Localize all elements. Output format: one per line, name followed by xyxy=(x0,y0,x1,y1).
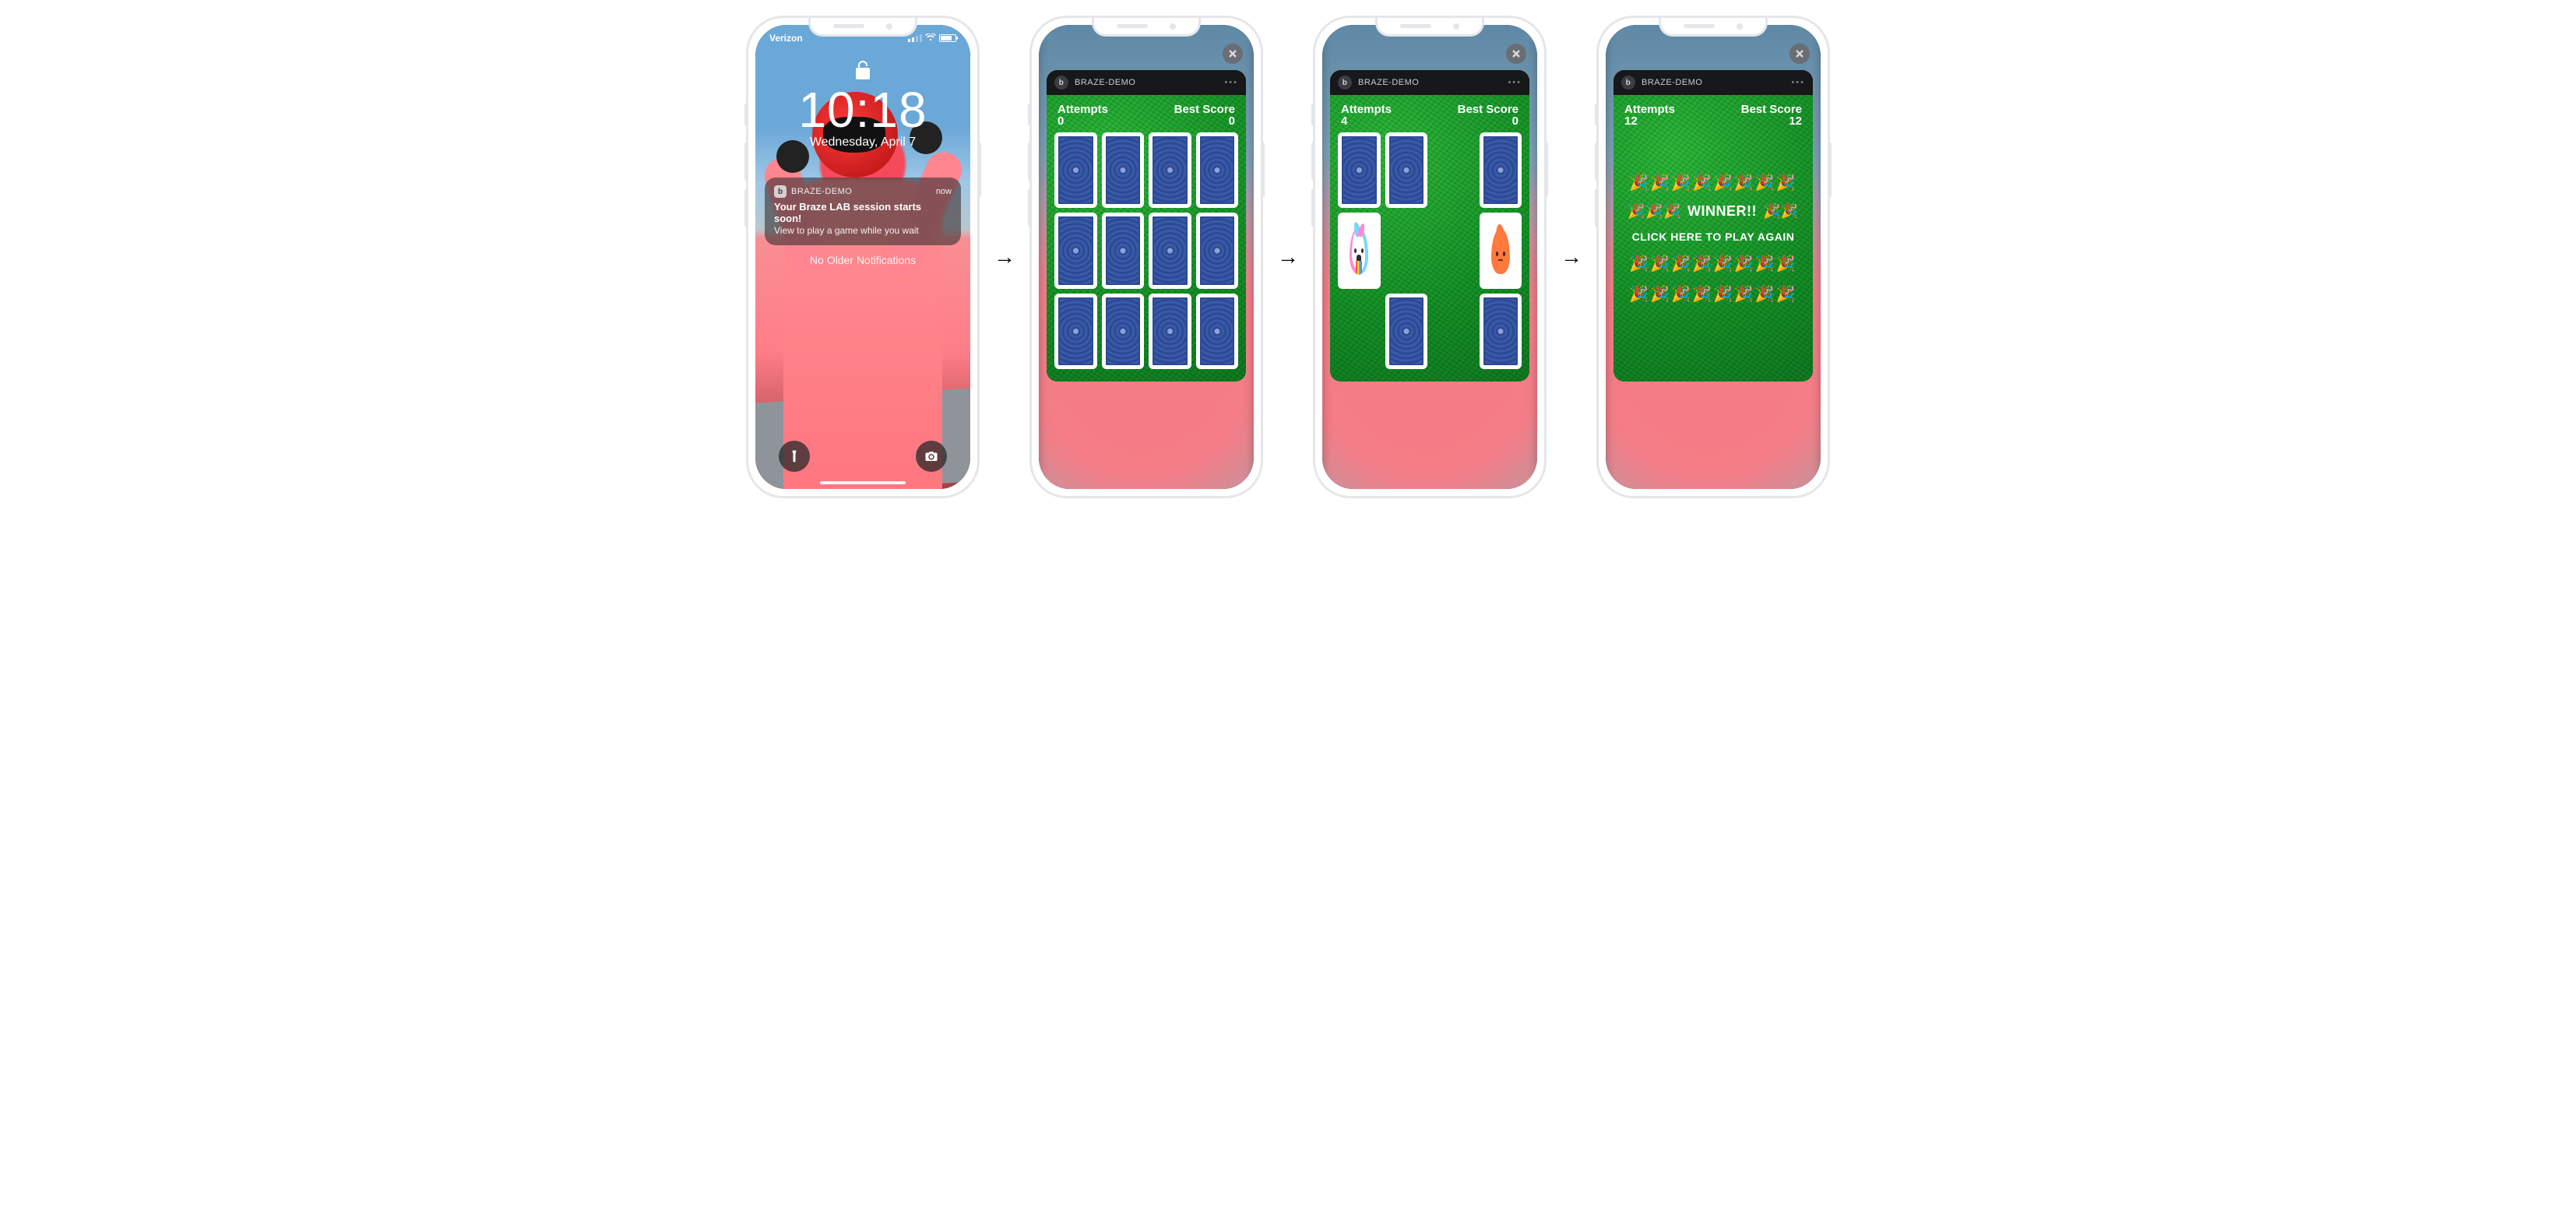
cell-signal-icon xyxy=(908,34,922,42)
flow-diagram: Verizon 10:18 Wednesday, April 7 b xyxy=(16,16,2560,498)
game-card[interactable] xyxy=(1102,294,1145,369)
no-older-notifications-label: No Older Notifications xyxy=(755,254,970,266)
phone-game-mid: b BRAZE-DEMO ••• Attempts 4 Best Score 0 xyxy=(1313,16,1547,498)
sheet-app-name: BRAZE-DEMO xyxy=(1358,78,1419,87)
card-grid xyxy=(1338,132,1522,369)
close-button[interactable] xyxy=(1223,44,1243,64)
confetti-icon: 🎉🎉 xyxy=(1763,203,1799,220)
game-card[interactable] xyxy=(1196,132,1239,208)
game-card-face[interactable] xyxy=(1480,213,1522,288)
braze-app-icon: b xyxy=(1338,76,1352,90)
best-score-value: 0 xyxy=(1458,114,1519,128)
matched-slot xyxy=(1432,213,1475,288)
game-card[interactable] xyxy=(1102,132,1145,208)
confetti-icon: 🎉🎉🎉 xyxy=(1628,203,1681,220)
orange-flame-icon xyxy=(1489,224,1512,276)
braze-app-icon: b xyxy=(774,185,787,198)
game-card[interactable] xyxy=(1385,132,1428,208)
game-card-face[interactable] xyxy=(1338,213,1381,288)
arrow-icon: → xyxy=(1561,244,1582,269)
wifi-icon xyxy=(925,33,936,44)
matched-slot xyxy=(1338,294,1381,369)
notification-title: Your Braze LAB session starts soon! xyxy=(774,201,952,224)
card-grid xyxy=(1054,132,1238,369)
game-card[interactable] xyxy=(1338,132,1381,208)
braze-app-icon: b xyxy=(1054,76,1068,90)
game-card[interactable] xyxy=(1480,132,1522,208)
winner-line: 🎉🎉🎉 WINNER!! 🎉🎉 xyxy=(1628,203,1799,220)
device-notch xyxy=(1659,18,1768,37)
confetti-row: 🎉🎉🎉🎉🎉🎉🎉🎉 xyxy=(1629,284,1797,304)
notification-body: View to play a game while you wait xyxy=(774,225,952,236)
game-card[interactable] xyxy=(1054,213,1097,288)
game-board: Attempts 0 Best Score 0 xyxy=(1047,95,1246,382)
confetti-row: 🎉🎉🎉🎉🎉🎉🎉🎉 xyxy=(1629,254,1797,273)
game-card[interactable] xyxy=(1054,132,1097,208)
game-board: Attempts 12 Best Score 12 🎉🎉🎉🎉🎉🎉🎉🎉 🎉🎉🎉 xyxy=(1614,95,1813,382)
content-extension-sheet: b BRAZE-DEMO ••• Attempts 12 Best Score … xyxy=(1614,70,1813,382)
arrow-icon: → xyxy=(1277,244,1299,269)
confetti-row: 🎉🎉🎉🎉🎉🎉🎉🎉 xyxy=(1629,173,1797,192)
home-indicator[interactable] xyxy=(820,481,906,484)
braze-app-icon: b xyxy=(1621,76,1635,90)
matched-slot xyxy=(1432,294,1475,369)
content-extension-sheet: b BRAZE-DEMO ••• Attempts 4 Best Score 0 xyxy=(1330,70,1529,382)
sheet-app-name: BRAZE-DEMO xyxy=(1075,78,1135,87)
more-icon[interactable]: ••• xyxy=(1791,78,1805,87)
best-score-label: Best Score xyxy=(1174,103,1235,116)
attempts-value: 0 xyxy=(1057,114,1108,128)
matched-slot xyxy=(1432,132,1475,208)
game-card[interactable] xyxy=(1149,132,1191,208)
flashlight-button[interactable] xyxy=(779,441,810,472)
best-score-value: 0 xyxy=(1174,114,1235,128)
phone-lockscreen: Verizon 10:18 Wednesday, April 7 b xyxy=(746,16,980,498)
more-icon[interactable]: ••• xyxy=(1224,78,1238,87)
notification-timestamp: now xyxy=(936,187,952,196)
push-notification[interactable]: b BRAZE-DEMO now Your Braze LAB session … xyxy=(765,178,961,245)
battery-icon xyxy=(939,34,956,42)
phone-game-winner: b BRAZE-DEMO ••• Attempts 12 Best Score … xyxy=(1596,16,1830,498)
camera-button[interactable] xyxy=(916,441,947,472)
device-notch xyxy=(1375,18,1484,37)
close-button[interactable] xyxy=(1789,44,1810,64)
device-notch xyxy=(1092,18,1201,37)
game-card[interactable] xyxy=(1054,294,1097,369)
game-card[interactable] xyxy=(1385,294,1428,369)
game-card[interactable] xyxy=(1149,213,1191,288)
time-label: 10:18 xyxy=(755,81,970,139)
lockscreen-clock: 10:18 Wednesday, April 7 xyxy=(755,81,970,149)
phone-game-start: b BRAZE-DEMO ••• Attempts 0 Best Score 0 xyxy=(1029,16,1263,498)
game-card[interactable] xyxy=(1480,294,1522,369)
game-card[interactable] xyxy=(1149,294,1191,369)
attempts-label: Attempts xyxy=(1341,103,1392,116)
close-button[interactable] xyxy=(1506,44,1526,64)
content-extension-sheet: b BRAZE-DEMO ••• Attempts 0 Best Score 0 xyxy=(1047,70,1246,382)
game-card[interactable] xyxy=(1196,294,1239,369)
winner-label: WINNER!! xyxy=(1687,203,1757,220)
notification-app-name: BRAZE-DEMO xyxy=(791,187,852,196)
sheet-app-name: BRAZE-DEMO xyxy=(1642,78,1702,87)
arrow-icon: → xyxy=(994,244,1015,269)
play-again-button[interactable]: CLICK HERE TO PLAY AGAIN xyxy=(1632,230,1795,243)
game-board: Attempts 4 Best Score 0 xyxy=(1330,95,1529,382)
more-icon[interactable]: ••• xyxy=(1508,78,1522,87)
date-label: Wednesday, April 7 xyxy=(755,135,970,149)
game-card[interactable] xyxy=(1102,213,1145,288)
rainbow-flame-icon xyxy=(1347,224,1371,276)
attempts-label: Attempts xyxy=(1057,103,1108,116)
device-notch xyxy=(808,18,917,37)
attempts-value: 4 xyxy=(1341,114,1392,128)
best-score-label: Best Score xyxy=(1458,103,1519,116)
game-card[interactable] xyxy=(1196,213,1239,288)
carrier-label: Verizon xyxy=(769,33,803,44)
matched-slot xyxy=(1385,213,1428,288)
